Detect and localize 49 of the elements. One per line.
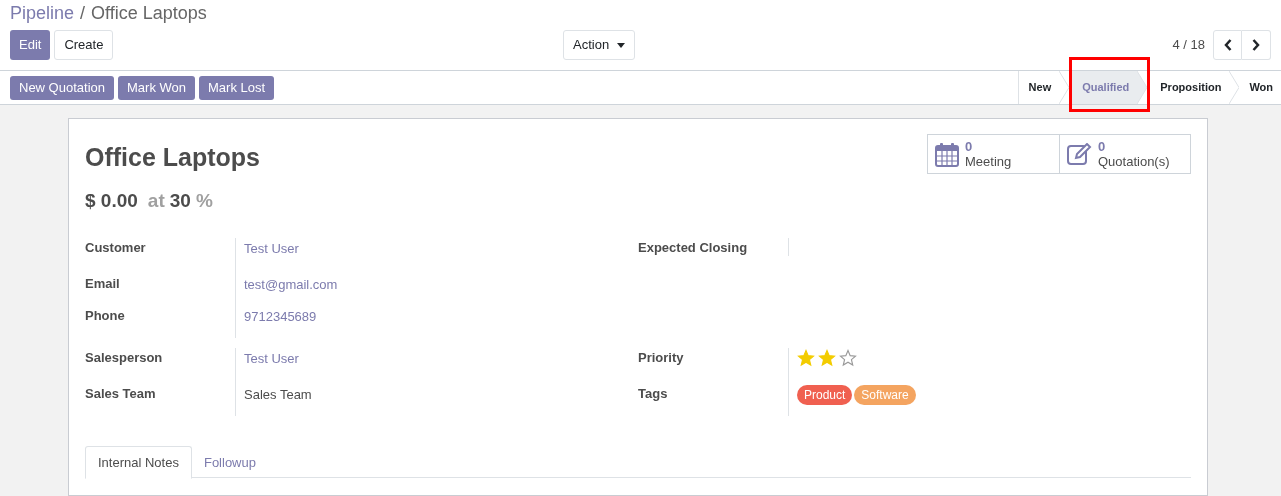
field-link[interactable]: Test User [244,239,299,259]
probability-value: 30 [169,188,191,213]
notebook-tab[interactable]: Followup [191,446,268,479]
chevron-divider-icon [1059,71,1070,104]
star-icon[interactable] [818,349,836,367]
notebook-tab[interactable]: Internal Notes [85,446,192,479]
field-label: Sales Team [85,385,156,403]
smart-button[interactable]: 0 Meeting [928,135,1059,173]
create-button[interactable]: Create [54,30,114,60]
field-link[interactable]: 9712345689 [244,307,317,327]
field-link[interactable]: test@gmail.com [244,275,338,295]
header-button[interactable]: Mark Won [118,75,195,100]
chevron-left-icon [1223,39,1232,51]
header-button[interactable]: Mark Lost [199,75,275,100]
field-link[interactable]: Test User [244,349,299,369]
smart-button-count: 0 [1098,139,1106,154]
smart-button[interactable]: 0 Quotation(s) [1059,135,1190,173]
action-dropdown[interactable]: Action [563,30,636,60]
previous-button[interactable] [1213,30,1242,60]
edit-icon [1067,143,1092,165]
smart-button-label: Quotation(s) [1098,154,1170,169]
field-label: Expected Closing [638,239,748,257]
smart-button-count: 0 [965,139,973,154]
caret-icon [617,42,626,48]
header-button[interactable]: New Quotation [10,75,114,100]
breadcrumb-link[interactable]: Pipeline [10,0,75,27]
smart-button-label: Meeting [965,154,1012,169]
field-value: Sales Team [244,386,312,404]
breadcrumb-separator: / [80,2,86,25]
tag: Software [854,385,916,405]
chevron-right-icon [1252,39,1260,51]
star-icon[interactable] [797,349,815,367]
star-outline-icon[interactable] [839,349,857,367]
field-label: Salesperson [85,349,163,367]
percent-sign: % [195,188,213,213]
calendar-icon [935,141,959,167]
field-label: Customer [85,239,146,257]
record-title: Office Laptops [85,142,260,173]
field-label: Email [85,275,120,293]
field-label: Priority [638,349,684,367]
field-label: Tags [638,385,668,403]
next-button[interactable] [1242,30,1271,60]
breadcrumb-current: Office Laptops [91,2,207,25]
amount-value: $ 0.00 [85,188,138,213]
edit-button[interactable]: Edit [10,30,51,60]
tag: Product [797,385,853,405]
at-label: at [147,188,165,213]
pager-counter: 4 / 18 [1172,36,1205,55]
field-label: Phone [85,307,125,325]
